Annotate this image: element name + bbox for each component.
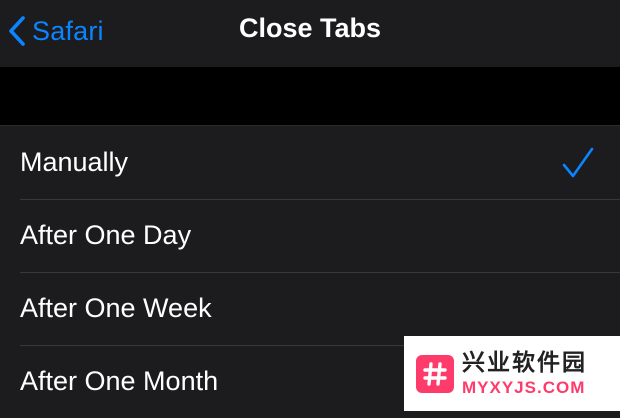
option-label: After One Month xyxy=(20,366,219,396)
option-label: After One Week xyxy=(20,293,212,323)
page-title: Close Tabs xyxy=(238,13,382,43)
watermark: 兴业软件园 MYXYJS.COM xyxy=(404,336,620,411)
navigation-bar: Safari Close Tabs xyxy=(0,0,620,67)
checkmark-icon xyxy=(561,146,595,185)
back-label: Safari xyxy=(32,15,104,46)
watermark-text: 兴业软件园 MYXYJS.COM xyxy=(462,349,587,397)
watermark-url: MYXYJS.COM xyxy=(462,378,586,397)
option-label: Manually xyxy=(20,147,129,177)
back-button[interactable]: Safari xyxy=(8,12,104,50)
option-after-one-day[interactable]: After One Day xyxy=(0,199,620,272)
option-manually[interactable]: Manually xyxy=(0,126,620,199)
option-label: After One Day xyxy=(20,220,192,250)
section-spacer xyxy=(0,67,620,125)
chevron-left-icon xyxy=(8,15,26,47)
option-after-one-week[interactable]: After One Week xyxy=(0,272,620,345)
hash-logo-icon xyxy=(416,354,454,393)
watermark-name: 兴业软件园 xyxy=(462,349,587,375)
